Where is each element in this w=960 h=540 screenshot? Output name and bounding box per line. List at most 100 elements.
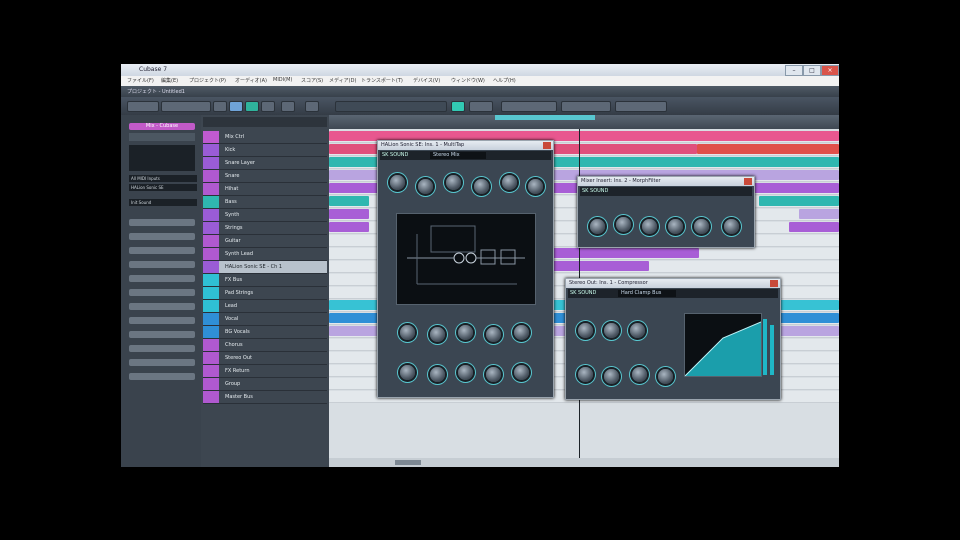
inspector-section-vst[interactable] [129,317,195,324]
close-icon[interactable] [543,142,551,149]
menu-midi[interactable]: MIDI(M) [273,77,292,83]
knob[interactable] [446,175,461,190]
constrain-button[interactable] [213,101,227,112]
plugin-window-multitap[interactable]: HALion Sonic SE: Ins. 1 - MultiTap SK SO… [377,140,554,398]
close-icon[interactable] [744,178,752,185]
knob[interactable] [616,217,631,232]
track-row[interactable]: Snare Layer [203,157,327,170]
track-row[interactable]: Mix Ctrl [203,131,327,144]
automation-mode-button[interactable] [161,101,211,112]
knob[interactable] [418,179,433,194]
knob[interactable] [724,219,739,234]
track-row[interactable]: Group [203,378,327,391]
track-row[interactable]: Hihat [203,183,327,196]
track-row[interactable]: FX Bus [203,274,327,287]
knob[interactable] [502,175,517,190]
transport-stop-button[interactable] [261,101,275,112]
knob[interactable] [474,179,489,194]
transport-cycle-button[interactable] [281,101,295,112]
scrollbar-thumb[interactable] [395,460,421,465]
knob[interactable] [514,365,529,380]
track-row[interactable]: Master Bus [203,391,327,404]
event-part[interactable] [549,248,699,258]
knob[interactable] [630,323,645,338]
transport-rewind-button[interactable] [305,101,319,112]
horizontal-scrollbar[interactable] [329,458,839,467]
menu-devices[interactable]: デバイス(V) [413,77,440,84]
transport-record-button[interactable] [229,101,243,112]
tool-buttons-group[interactable] [335,101,447,112]
event-part[interactable] [329,222,369,232]
knob[interactable] [514,325,529,340]
close-button[interactable]: × [821,65,839,76]
inspector-section-midi-inserts[interactable] [129,331,195,338]
track-row[interactable]: Vocal [203,313,327,326]
track-row[interactable]: Guitar [203,235,327,248]
knob[interactable] [578,367,593,382]
event-part[interactable] [329,196,369,206]
knob[interactable] [604,323,619,338]
close-icon[interactable] [770,280,778,287]
menu-window[interactable]: ウィンドウ(W) [451,77,485,84]
zoom-controls[interactable] [615,101,667,112]
knob[interactable] [604,369,619,384]
preset-selector[interactable]: Stereo Mix [430,152,486,159]
maximize-button[interactable]: □ [803,65,821,76]
event-part[interactable] [329,209,369,219]
knob[interactable] [590,219,605,234]
knob[interactable] [430,327,445,342]
knob[interactable] [642,219,657,234]
inspector-section-midi-modifiers[interactable] [129,345,195,352]
menu-edit[interactable]: 編集(E) [161,77,178,84]
menu-help[interactable]: ヘルプ(H) [493,77,516,84]
menu-transport[interactable]: トランスポート(T) [361,77,403,84]
menu-file[interactable]: ファイル(F) [127,77,154,84]
event-part[interactable] [549,261,649,271]
track-row[interactable]: Kick [203,144,327,157]
input-routing-field[interactable]: All MIDI Inputs [129,175,197,182]
knob[interactable] [400,325,415,340]
track-row[interactable]: Chorus [203,339,327,352]
track-row-selected[interactable]: HALion Sonic SE - Ch 1 [203,261,327,274]
knob[interactable] [486,327,501,342]
track-row[interactable]: Stereo Out [203,352,327,365]
knob[interactable] [458,325,473,340]
event-part[interactable] [759,196,839,206]
grid-type-dropdown[interactable] [469,101,493,112]
knob[interactable] [458,365,473,380]
menu-project[interactable]: プロジェクト(P) [189,77,226,84]
event-part[interactable] [799,209,839,219]
color-menu-button[interactable] [561,101,611,112]
minimize-button[interactable]: – [785,65,803,76]
event-part[interactable] [697,144,839,154]
knob[interactable] [632,367,647,382]
track-row[interactable]: FX Return [203,365,327,378]
knob[interactable] [658,369,673,384]
inspector-track-name[interactable]: Mix - Cubase [129,123,195,130]
plugin-window-morphfilter[interactable]: Mixer Insert: Ins. 2 - MorphFilter SK SO… [577,176,755,248]
track-row[interactable]: Pad Strings [203,287,327,300]
plugin-window-compressor[interactable]: Stereo Out: Ins. 1 - Compressor SK SOUND… [565,278,781,400]
timeline-ruler[interactable] [329,115,839,129]
knob[interactable] [694,219,709,234]
track-row[interactable]: Strings [203,222,327,235]
quantize-dropdown[interactable] [501,101,557,112]
inspector-section-quick-controls[interactable] [129,289,195,296]
menu-media[interactable]: メディア(D) [329,77,356,84]
preset-selector[interactable]: Hard Clamp Bus [618,290,676,297]
transport-play-button[interactable] [245,101,259,112]
track-row[interactable]: Synth [203,209,327,222]
menu-audio[interactable]: オーディオ(A) [235,77,267,84]
track-row[interactable]: BG Vocals [203,326,327,339]
menu-score[interactable]: スコア(S) [301,77,323,84]
snap-toggle-button[interactable] [451,101,465,112]
inspector-section-notepad[interactable] [129,275,195,282]
inspector-section-instrument[interactable] [129,359,195,366]
inspector-section-inserts[interactable] [129,233,195,240]
inspector-section-channel[interactable] [129,261,195,268]
program-preset-field[interactable]: Init Sound [129,199,197,206]
output-routing-field[interactable]: HALion Sonic SE [129,184,197,191]
track-row[interactable]: Bass [203,196,327,209]
track-row[interactable]: Snare [203,170,327,183]
inspector-section-midi-fader[interactable] [129,303,195,310]
